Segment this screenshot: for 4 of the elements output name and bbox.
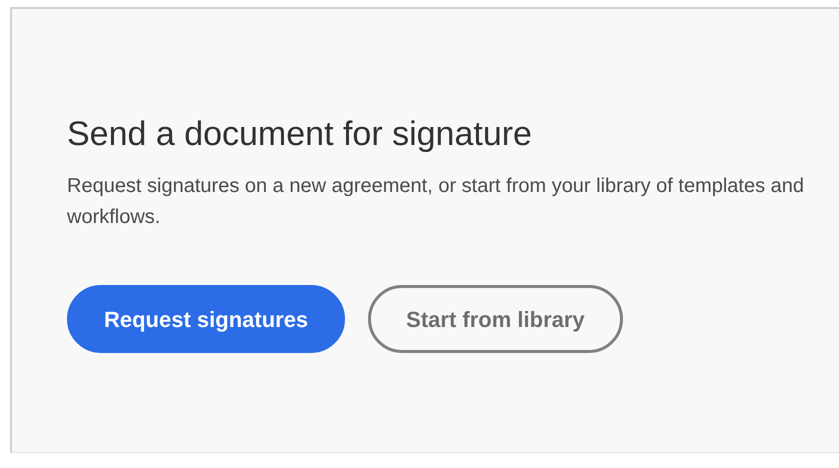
card-description: Request signatures on a new agreement, or start from your library of templates and workflows. bbox=[67, 174, 806, 230]
request-button[interactable]: Request signatures bbox=[67, 285, 346, 353]
library-button[interactable]: Start from library bbox=[368, 285, 623, 353]
card-title: Send a document for signature bbox=[67, 114, 532, 155]
